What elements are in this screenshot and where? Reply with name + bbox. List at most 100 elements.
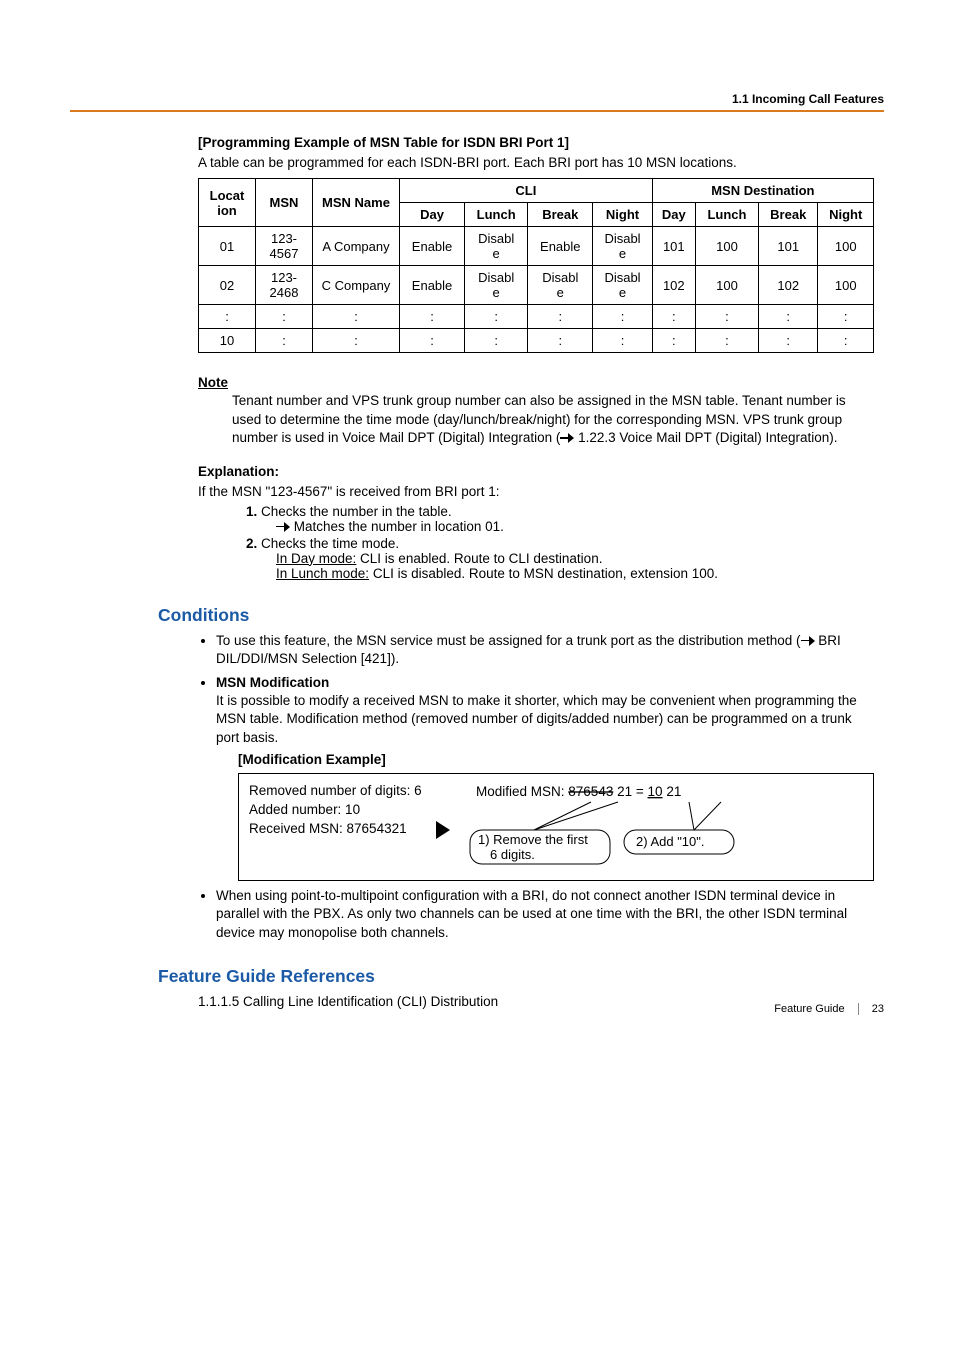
table-cell: :: [400, 329, 465, 353]
svg-text:6 digits.: 6 digits.: [490, 847, 535, 862]
table-cell: :: [465, 329, 528, 353]
mod-right: Modified MSN: 876543 21 = 10 21: [464, 782, 863, 868]
table-cell: :: [465, 305, 528, 329]
msn-table: Location MSN MSN Name CLI MSN Destinatio…: [198, 178, 874, 353]
table-cell: :: [818, 329, 874, 353]
table-cell: A Company: [313, 227, 400, 266]
table-cell: Enable: [528, 227, 593, 266]
table-cell: Disable: [593, 227, 652, 266]
arrow-icon: [801, 637, 815, 645]
table-cell: :: [759, 329, 818, 353]
explanation-title: Explanation:: [198, 463, 874, 481]
intro-title: [Programming Example of MSN Table for IS…: [198, 134, 874, 152]
table-cell: :: [652, 305, 695, 329]
table-cell: 100: [695, 227, 758, 266]
header-rule: [70, 110, 884, 112]
arrow-icon: [560, 434, 574, 442]
table-cell: Enable: [400, 266, 465, 305]
cond2-title: MSN Modification: [216, 675, 329, 690]
table-cell: :: [256, 329, 313, 353]
th-dest-lunch: Lunch: [695, 203, 758, 227]
table-cell: :: [593, 329, 652, 353]
th-msn-name: MSN Name: [313, 179, 400, 227]
step2b: In Lunch mode: CLI is disabled. Route to…: [276, 566, 874, 581]
footer-divider: [858, 1003, 859, 1015]
th-cli-day: Day: [400, 203, 465, 227]
th-dest-night: Night: [818, 203, 874, 227]
note-label: Note: [198, 375, 228, 390]
condition-item-3: When using point-to-multipoint configura…: [216, 887, 874, 942]
step2a-label: In Day mode:: [276, 551, 356, 566]
table-row: 01123-4567A CompanyEnableDisableEnableDi…: [199, 227, 874, 266]
table-cell: :: [199, 305, 256, 329]
table-cell: Enable: [400, 227, 465, 266]
page-footer: Feature Guide 23: [774, 1003, 884, 1015]
table-cell: :: [528, 329, 593, 353]
table-cell: :: [313, 305, 400, 329]
table-cell: C Company: [313, 266, 400, 305]
table-cell: 100: [695, 266, 758, 305]
svg-text:1) Remove the first: 1) Remove the first: [478, 832, 588, 847]
th-cli-group: CLI: [400, 179, 653, 203]
table-cell: 123-4567: [256, 227, 313, 266]
mod-left-l2: Added number: 10: [249, 802, 360, 817]
note-ref: 1.22.3 Voice Mail DPT (Digital) Integrat…: [574, 430, 837, 445]
table-cell: 101: [759, 227, 818, 266]
table-cell: :: [695, 329, 758, 353]
condition-item-1: To use this feature, the MSN service mus…: [216, 632, 874, 668]
footer-label: Feature Guide: [774, 1003, 844, 1015]
table-cell: :: [759, 305, 818, 329]
page: 1.1 Incoming Call Features [Programming …: [0, 0, 954, 1053]
th-dest-group: MSN Destination: [652, 179, 873, 203]
table-cell: 102: [759, 266, 818, 305]
table-cell: :: [313, 329, 400, 353]
table-cell: :: [400, 305, 465, 329]
table-cell: 10: [199, 329, 256, 353]
th-dest-day: Day: [652, 203, 695, 227]
table-cell: :: [593, 305, 652, 329]
step1-sub: Matches the number in location 01.: [276, 519, 874, 534]
mod-example-title: [Modification Example]: [238, 751, 874, 769]
step-2: 2. Checks the time mode. In Day mode: CL…: [246, 536, 874, 581]
arrow-right-solid-icon: [436, 821, 450, 839]
conditions-list: To use this feature, the MSN service mus…: [198, 632, 874, 942]
table-body: 01123-4567A CompanyEnableDisableEnableDi…: [199, 227, 874, 353]
step2a: In Day mode: CLI is enabled. Route to CL…: [276, 551, 874, 566]
table-cell: 102: [652, 266, 695, 305]
th-msn: MSN: [256, 179, 313, 227]
content-block: [Programming Example of MSN Table for IS…: [198, 134, 874, 581]
refs-item: 1.1.1.5 Calling Line Identification (CLI…: [198, 993, 874, 1011]
step2a-text: CLI is enabled. Route to CLI destination…: [356, 551, 602, 566]
mod-left: Removed number of digits: 6 Added number…: [249, 782, 422, 839]
refs-heading: Feature Guide References: [158, 966, 884, 987]
table-row: 02123-2468C CompanyEnableDisableDisableD…: [199, 266, 874, 305]
cond2-body: It is possible to modify a received MSN …: [216, 693, 857, 744]
conditions-heading: Conditions: [158, 605, 884, 626]
intro-desc: A table can be programmed for each ISDN-…: [198, 154, 874, 172]
step2b-label: In Lunch mode:: [276, 566, 369, 581]
table-cell: Disable: [465, 227, 528, 266]
th-location: Location: [199, 179, 256, 227]
step-1: 1. Checks the number in the table. Match…: [246, 504, 874, 534]
arrow-icon: [276, 523, 290, 531]
th-dest-break: Break: [759, 203, 818, 227]
footer-page: 23: [872, 1003, 884, 1015]
table-cell: 100: [818, 227, 874, 266]
step1-text: Checks the number in the table.: [261, 504, 452, 519]
table-row: 10::::::::::: [199, 329, 874, 353]
table-head: Location MSN MSN Name CLI MSN Destinatio…: [199, 179, 874, 227]
table-cell: 100: [818, 266, 874, 305]
section-header: 1.1 Incoming Call Features: [732, 92, 884, 106]
svg-text:Modified MSN:: Modified MSN: 876543 21 = 10 21: [476, 784, 681, 799]
mod-left-l3: Received MSN: 87654321: [249, 821, 407, 836]
table-cell: :: [528, 305, 593, 329]
table-cell: :: [652, 329, 695, 353]
refs-block: 1.1.1.5 Calling Line Identification (CLI…: [198, 993, 874, 1011]
step2b-text: CLI is disabled. Route to MSN destinatio…: [369, 566, 718, 581]
svg-text:2) Add "10".: 2) Add "10".: [636, 834, 705, 849]
th-cli-break: Break: [528, 203, 593, 227]
note-body: Tenant number and VPS trunk group number…: [232, 392, 874, 447]
table-cell: Disable: [465, 266, 528, 305]
table-cell: Disable: [528, 266, 593, 305]
table-cell: 123-2468: [256, 266, 313, 305]
